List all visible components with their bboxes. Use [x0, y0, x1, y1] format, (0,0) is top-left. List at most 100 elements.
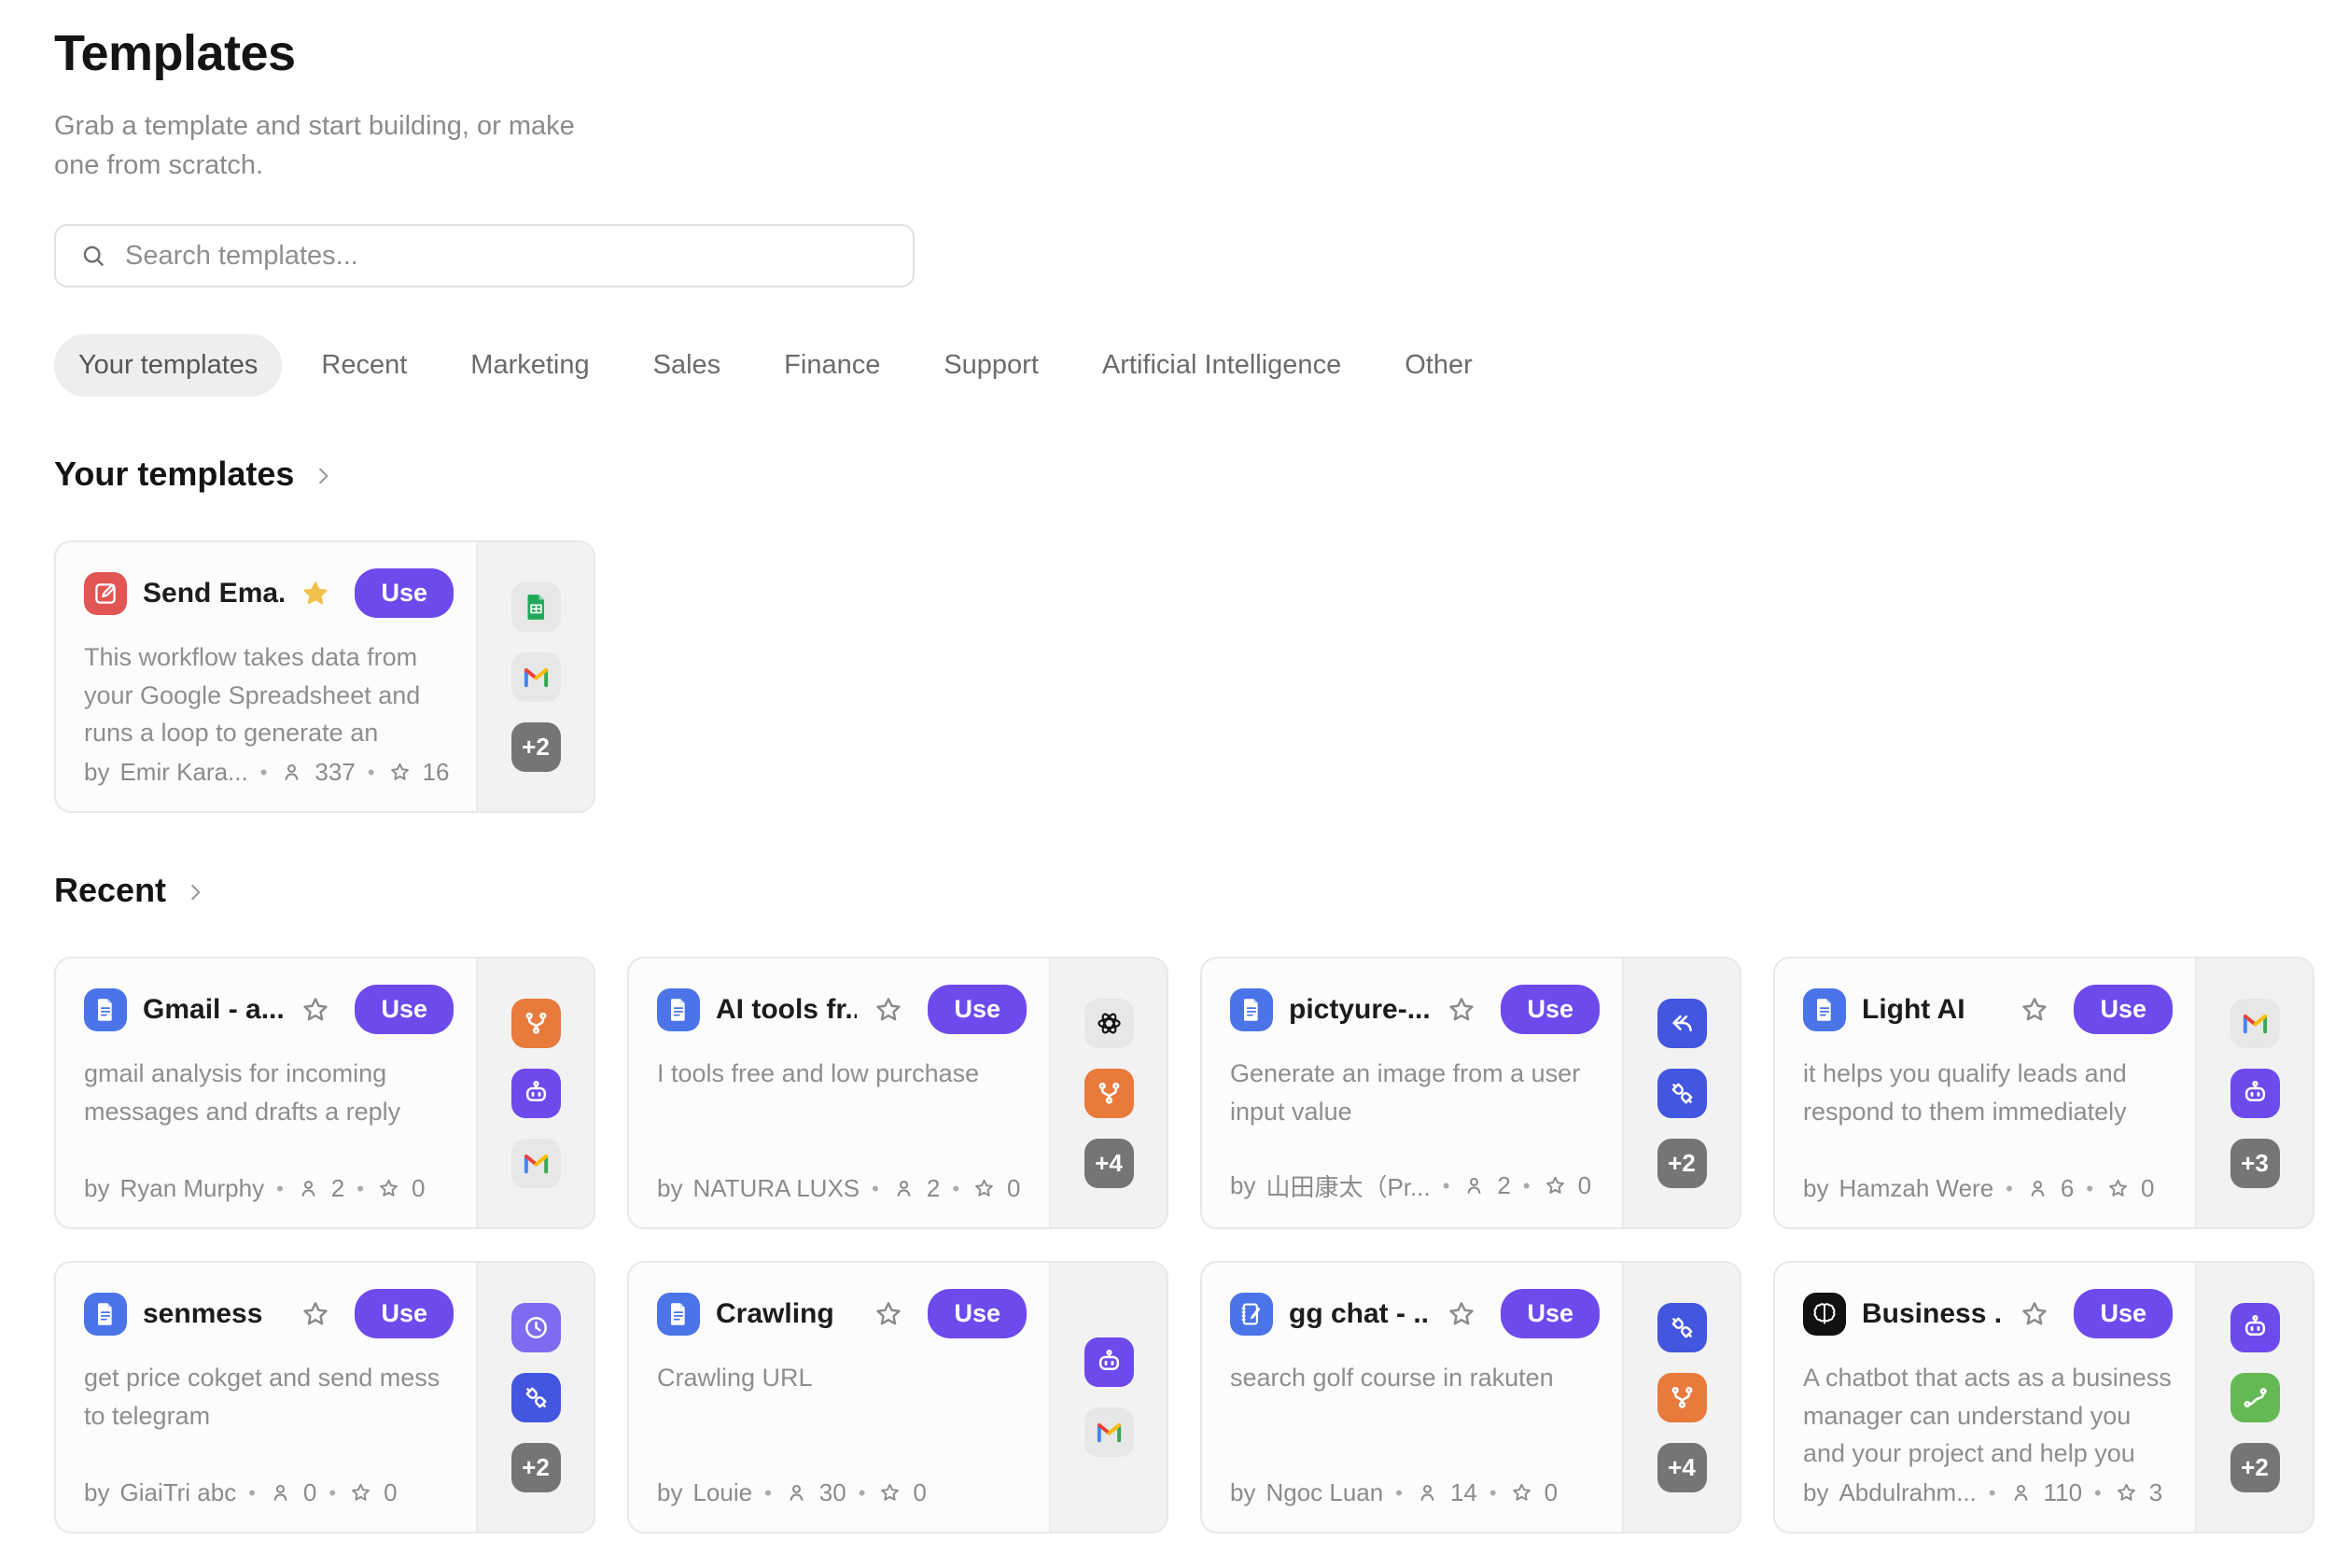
card-grid: Gmail - a... Use gmail analysis for inco…: [54, 957, 2316, 1533]
doc-icon: [657, 1293, 700, 1336]
merge-icon: [1657, 1373, 1707, 1422]
card-description: Generate an image from a user input valu…: [1230, 1055, 1600, 1169]
stars-count: 0: [1007, 1174, 1020, 1203]
more-nodes-badge: +4: [1657, 1443, 1707, 1492]
section-header-link[interactable]: Your templates: [54, 455, 335, 494]
template-card[interactable]: Light AI Use it helps you qualify leads …: [1773, 957, 2314, 1229]
plug-icon: [1657, 1069, 1707, 1118]
card-title: AI tools fr...: [716, 994, 857, 1026]
author-by-label: by: [84, 1478, 109, 1507]
search-box[interactable]: [54, 224, 915, 287]
template-card[interactable]: Business ... Use A chatbot that acts as …: [1773, 1261, 2314, 1533]
author-name: Hamzah Were: [1839, 1174, 1993, 1203]
more-nodes-badge: +4: [1084, 1139, 1134, 1188]
favorite-star-icon[interactable]: [2019, 1298, 2050, 1330]
use-button[interactable]: Use: [928, 985, 1027, 1034]
template-card[interactable]: Crawling Use Crawling URL by Louie • 30 …: [627, 1261, 1168, 1533]
template-card[interactable]: Gmail - a... Use gmail analysis for inco…: [54, 957, 595, 1229]
author-by-label: by: [657, 1478, 682, 1507]
favorite-star-icon[interactable]: [873, 1298, 904, 1330]
favorite-star-icon[interactable]: [1446, 1298, 1477, 1330]
card-title: Crawling: [716, 1298, 857, 1330]
use-button[interactable]: Use: [355, 1289, 454, 1338]
template-card[interactable]: pictyure-... Use Generate an image from …: [1200, 957, 1741, 1229]
favorite-star-icon[interactable]: [1446, 994, 1477, 1026]
use-button[interactable]: Use: [355, 568, 454, 618]
integrations-rail: +2: [2195, 1263, 2313, 1532]
sheets-icon: [511, 582, 561, 632]
openai-icon: [1084, 999, 1134, 1048]
meta-separator: •: [2004, 1177, 2015, 1201]
meta-separator: •: [2092, 1481, 2104, 1505]
section-header-link[interactable]: Recent: [54, 871, 207, 910]
card-main: Gmail - a... Use gmail analysis for inco…: [56, 959, 476, 1227]
page-title: Templates: [54, 24, 2316, 82]
integrations-rail: +4: [1049, 959, 1167, 1227]
template-card[interactable]: senmess Use get price cokget and send me…: [54, 1261, 595, 1533]
tab-support[interactable]: Support: [919, 334, 1063, 397]
users-icon: [279, 760, 304, 785]
tab-marketing[interactable]: Marketing: [446, 334, 613, 397]
users-icon: [296, 1176, 321, 1201]
meta-separator: •: [274, 1177, 286, 1201]
meta-separator: •: [1393, 1481, 1405, 1505]
template-card[interactable]: Send Ema... Use This workflow takes data…: [54, 540, 595, 813]
meta-separator: •: [1987, 1481, 1998, 1505]
tab-other[interactable]: Other: [1380, 334, 1497, 397]
card-description: search golf course in rakuten: [1230, 1359, 1600, 1478]
favorite-star-icon[interactable]: [2019, 994, 2050, 1026]
card-description: it helps you qualify leads and respond t…: [1803, 1055, 2173, 1174]
gmail-icon: [2230, 999, 2280, 1048]
use-button[interactable]: Use: [1501, 985, 1600, 1034]
users-count: 0: [303, 1478, 316, 1507]
favorite-star-icon[interactable]: [300, 578, 331, 609]
path-icon: [2230, 1373, 2280, 1422]
author-by-label: by: [84, 758, 109, 787]
integrations-rail: +2: [476, 542, 594, 811]
stars-icon: [1543, 1173, 1568, 1198]
template-card[interactable]: gg chat - ... Use search golf course in …: [1200, 1261, 1741, 1533]
favorite-star-icon[interactable]: [300, 1298, 331, 1330]
robot-icon: [2230, 1303, 2280, 1352]
tab-your-templates[interactable]: Your templates: [54, 334, 282, 397]
favorite-star-icon[interactable]: [300, 994, 331, 1026]
card-header: senmess Use: [84, 1289, 454, 1338]
stars-count: 0: [412, 1174, 425, 1203]
doc-icon: [657, 988, 700, 1031]
template-card[interactable]: AI tools fr... Use I tools free and low …: [627, 957, 1168, 1229]
tab-finance[interactable]: Finance: [760, 334, 904, 397]
author-name: NATURA LUXS: [692, 1174, 860, 1203]
users-count: 30: [819, 1478, 846, 1507]
author-by-label: by: [1230, 1478, 1255, 1507]
favorite-star-icon[interactable]: [873, 994, 904, 1026]
use-button[interactable]: Use: [928, 1289, 1027, 1338]
users-icon: [1461, 1173, 1487, 1198]
use-button[interactable]: Use: [1501, 1289, 1600, 1338]
author-by-label: by: [1803, 1478, 1828, 1507]
tab-artificial-intelligence[interactable]: Artificial Intelligence: [1078, 334, 1365, 397]
author-name: GiaiTri abc: [119, 1478, 236, 1507]
card-meta: by Ngoc Luan • 14 • 0: [1230, 1478, 1600, 1507]
search-input[interactable]: [123, 240, 890, 273]
stars-count: 0: [384, 1478, 397, 1507]
author-name: Abdulrahm...: [1839, 1478, 1976, 1507]
meta-separator: •: [762, 1481, 774, 1505]
use-button[interactable]: Use: [2074, 985, 2173, 1034]
chevron-right-icon: [311, 464, 335, 488]
tab-recent[interactable]: Recent: [297, 334, 431, 397]
section-title: Your templates: [54, 455, 294, 494]
card-meta: by Ryan Murphy • 2 • 0: [84, 1174, 454, 1203]
card-title: Business ...: [1862, 1298, 2003, 1330]
section-title: Recent: [54, 871, 166, 910]
stars-count: 3: [2149, 1478, 2162, 1507]
card-description: This workflow takes data from your Googl…: [84, 638, 454, 758]
tab-sales[interactable]: Sales: [629, 334, 746, 397]
card-main: senmess Use get price cokget and send me…: [56, 1263, 476, 1532]
doc-icon: [84, 988, 127, 1031]
meta-separator: •: [327, 1481, 338, 1505]
use-button[interactable]: Use: [2074, 1289, 2173, 1338]
card-meta: by GiaiTri abc • 0 • 0: [84, 1478, 454, 1507]
stars-icon: [877, 1480, 902, 1505]
use-button[interactable]: Use: [355, 985, 454, 1034]
doc-icon: [1230, 988, 1273, 1031]
